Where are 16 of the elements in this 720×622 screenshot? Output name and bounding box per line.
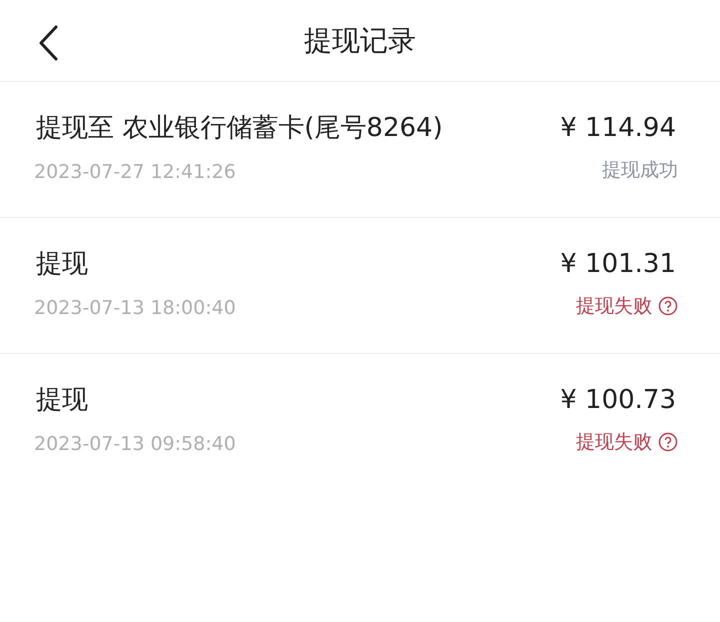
record-time: 2023-07-13 18:00:40 xyxy=(34,296,236,321)
record-title: 提现至 农业银行储蓄卡(尾号8264) xyxy=(36,112,443,145)
amount: ¥ 114.94 xyxy=(560,112,676,145)
amount: ¥ 100.73 xyxy=(560,384,676,417)
back-icon xyxy=(38,25,58,61)
status-label: 提现失败 xyxy=(576,430,652,455)
help-icon[interactable] xyxy=(658,432,678,452)
record-time: 2023-07-27 12:41:26 xyxy=(34,160,237,185)
status-label: 提现成功 xyxy=(602,158,678,183)
record-time: 2023-07-13 09:58:40 xyxy=(34,432,236,457)
record-title: 提现 xyxy=(36,248,89,281)
page-title: 提现记录 xyxy=(304,22,416,58)
amount: ¥ 101.31 xyxy=(560,248,676,281)
status-label: 提现失败 xyxy=(576,294,652,319)
help-icon[interactable] xyxy=(658,296,678,316)
record-title: 提现 xyxy=(36,384,89,417)
